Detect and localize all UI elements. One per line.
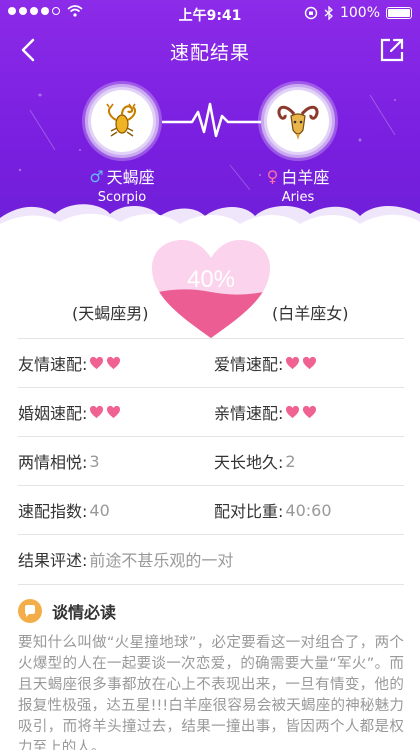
heart-icon: [303, 405, 317, 419]
love-label: 爱情速配:: [214, 355, 284, 374]
heart-icon: [286, 405, 300, 419]
mutual-affection-value: 3: [89, 451, 100, 471]
share-icon[interactable]: [378, 36, 406, 64]
match-percentage: 40%: [186, 266, 236, 293]
male-symbol-icon: ♂: [89, 166, 104, 186]
table-row: 结果评述: 前途不甚乐观的一对: [18, 534, 404, 583]
female-sign-card: ♀ 白羊座 Aries: [228, 84, 368, 205]
pair-ratio-value: 40:60: [285, 500, 332, 520]
page-title: 速配结果: [169, 42, 250, 64]
header-banner: 速配结果 ♂ 天蝎座 Scorpio ♀ 白羊座 Aries: [0, 0, 420, 232]
love-rating: [285, 356, 317, 370]
friendship-rating: [89, 356, 121, 370]
friendship-label: 友情速配:: [18, 355, 88, 374]
battery-icon: [386, 7, 412, 19]
match-index-label: 速配指数:: [18, 502, 88, 521]
match-index-value: 40: [89, 500, 110, 520]
table-row: 两情相悦: 3 天长地久: 2: [18, 436, 404, 485]
male-sign-name: 天蝎座: [106, 168, 155, 187]
match-details-table: 友情速配: 爱情速配: 婚姻速配: 亲情速配: 两情相悦: 3 天长地久: 2 …: [18, 338, 404, 583]
table-row: 婚姻速配: 亲情速配:: [18, 387, 404, 436]
navigation-bar: 速配结果: [0, 28, 420, 72]
match-heart: 40%: [150, 238, 272, 342]
result-comment-label: 结果评述:: [18, 551, 88, 570]
marriage-label: 婚姻速配:: [18, 404, 88, 423]
family-label: 亲情速配:: [214, 404, 284, 423]
must-read-section: 谈情必读 要知什么叫做“火星撞地球”，必定要看这一对组合了，两个火爆型的人在一起…: [18, 584, 404, 750]
orientation-lock-icon: [304, 6, 318, 20]
table-row: 速配指数: 40 配对比重: 40:60: [18, 485, 404, 534]
female-sign-name: 白羊座: [281, 168, 330, 187]
aries-icon: [277, 105, 319, 140]
heart-icon: [303, 356, 317, 370]
battery-percent: 100%: [339, 5, 380, 21]
cloud-divider: [0, 204, 420, 232]
heart-icon: [90, 356, 104, 370]
aries-badge: [261, 84, 335, 158]
chat-bubble-icon: [18, 599, 42, 623]
heart-icon: [107, 405, 121, 419]
result-comment-value: 前途不甚乐观的一对: [89, 551, 234, 570]
scorpio-badge: [85, 84, 159, 158]
heart-icon: [107, 356, 121, 370]
heart-icon: [90, 405, 104, 419]
scorpio-icon: [106, 103, 137, 137]
family-rating: [285, 405, 317, 419]
must-read-text: 要知什么叫做“火星撞地球”，必定要看这一对组合了，两个火爆型的人在一起要谈一次恋…: [18, 635, 404, 750]
marriage-rating: [89, 405, 121, 419]
must-read-title: 谈情必读: [52, 603, 117, 622]
pair-ratio-label: 配对比重:: [214, 502, 284, 521]
everlasting-value: 2: [285, 451, 296, 471]
everlasting-label: 天长地久:: [214, 453, 284, 472]
bluetooth-icon: [324, 6, 333, 20]
table-row: 友情速配: 爱情速配:: [18, 338, 404, 387]
status-bar: 上午9:41 100%: [0, 0, 420, 28]
heart-icon: [286, 356, 300, 370]
female-symbol-icon: ♀: [266, 166, 279, 186]
male-pair-label: (天蝎座男): [72, 304, 149, 323]
mutual-affection-label: 两情相悦:: [18, 453, 88, 472]
female-pair-label: (白羊座女): [272, 304, 349, 323]
